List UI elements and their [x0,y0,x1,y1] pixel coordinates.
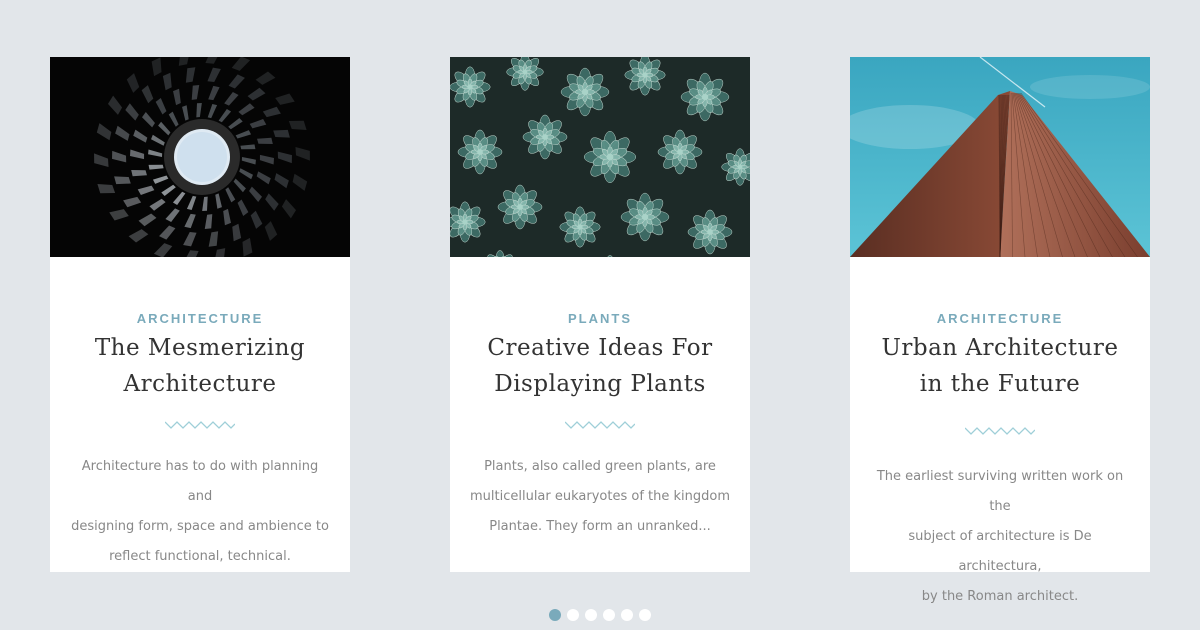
category-label[interactable]: ARCHITECTURE [50,311,350,326]
skyscraper-image [850,57,1150,257]
article-card[interactable]: ARCHITECTURE Urban Architecture in the F… [850,57,1150,604]
pagination-dot[interactable] [585,609,597,621]
article-excerpt: Plants, also called green plants, are mu… [468,452,732,542]
excerpt-line: Architecture has to do with planning and [81,459,319,504]
article-title[interactable]: The Mesmerizing Architecture [70,330,330,402]
excerpt-line: designing form, space and ambience to [71,519,329,534]
article-image[interactable] [850,57,1150,257]
pagination-dot[interactable] [567,609,579,621]
article-title[interactable]: Creative Ideas For Displaying Plants [470,330,730,402]
excerpt-line: reflect functional, technical. [109,549,291,564]
excerpt-line: subject of architecture is De architectu… [908,529,1092,574]
pagination-dot[interactable] [603,609,615,621]
pagination-dot[interactable] [549,609,561,621]
zigzag-divider-icon [165,421,235,429]
title-line: Architecture [123,371,277,397]
spiral-architecture-image [50,57,350,257]
carousel-pagination [549,609,651,621]
card-body: PLANTS Creative Ideas For Displaying Pla… [450,257,750,572]
article-excerpt: Architecture has to do with planning and… [68,452,332,572]
article-card[interactable]: ARCHITECTURE The Mesmerizing Architectur… [50,57,350,572]
pagination-dot[interactable] [639,609,651,621]
excerpt-line: Plantae. They form an unranked... [489,519,711,534]
card-body: ARCHITECTURE Urban Architecture in the F… [850,257,1150,604]
category-label[interactable]: ARCHITECTURE [850,311,1150,326]
zigzag-divider-icon [565,421,635,429]
title-line: The Mesmerizing [94,335,306,361]
article-image[interactable] [450,57,750,257]
title-line: Creative Ideas For [487,335,713,361]
excerpt-line: multicellular eukaryotes of the kingdom [469,489,730,504]
excerpt-line: by the Roman architect. [921,589,1079,604]
zigzag-divider-icon [965,427,1035,435]
pagination-dot[interactable] [621,609,633,621]
article-image[interactable] [50,57,350,257]
succulents-image [450,57,750,257]
category-label[interactable]: PLANTS [450,311,750,326]
card-carousel: ARCHITECTURE The Mesmerizing Architectur… [0,0,1200,630]
article-card[interactable]: PLANTS Creative Ideas For Displaying Pla… [450,57,750,572]
article-title[interactable]: Urban Architecture in the Future [870,330,1130,402]
excerpt-line: The earliest surviving written work on t… [876,469,1124,514]
title-line: in the Future [919,371,1081,397]
article-excerpt: The earliest surviving written work on t… [868,462,1132,612]
title-line: Urban Architecture [881,335,1119,361]
card-body: ARCHITECTURE The Mesmerizing Architectur… [50,257,350,572]
excerpt-line: Plants, also called green plants, are [484,459,716,474]
title-line: Displaying Plants [494,371,706,397]
